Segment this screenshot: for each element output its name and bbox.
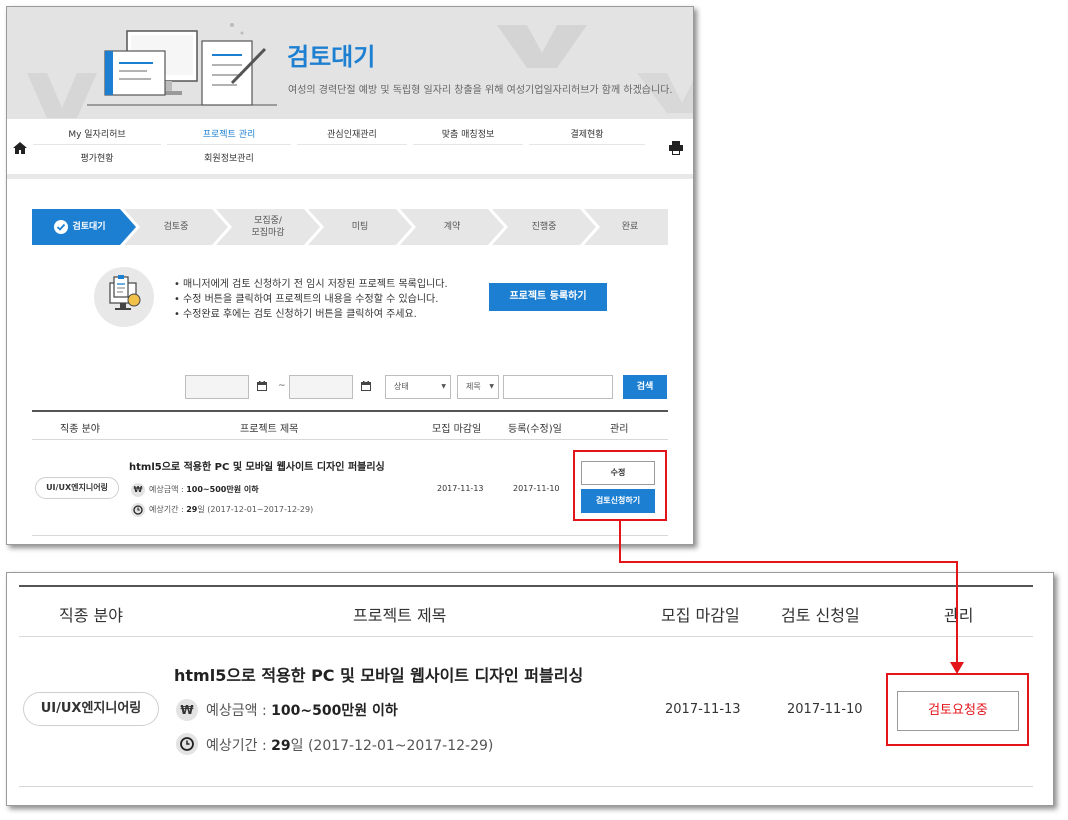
registered-date: 2017-11-10	[513, 484, 560, 493]
column-header-title: 프로젝트 제목	[240, 424, 299, 435]
status-select-value: 상태	[394, 382, 409, 391]
calendar-icon[interactable]	[257, 381, 267, 391]
calendar-icon[interactable]	[361, 381, 371, 391]
progress-steps: 검토대기 검토중 모집중/ 모집마감 미팅 계약 진행중 완료	[32, 209, 668, 245]
field-select[interactable]: 제목 ▼	[457, 375, 499, 399]
deadline-date: 2017-11-13	[437, 484, 484, 493]
column-header-deadline: 모집 마감일	[661, 606, 740, 625]
clipboard-monitor-icon	[94, 267, 154, 327]
budget-info: 예상금액 : 100~500만원 이하	[206, 700, 398, 720]
column-header-manage: 관리	[944, 606, 974, 625]
deadline-date: 2017-11-13	[665, 702, 741, 717]
step-recruiting[interactable]: 모집중/ 모집마감	[224, 209, 312, 245]
search-button[interactable]: 검색	[623, 375, 667, 399]
column-header-review-date: 검토 신청일	[781, 606, 860, 625]
step-under-review[interactable]: 검토중	[132, 209, 220, 245]
guide-line: 수정완료 후에는 검토 신청하기 버튼을 클릭하여 주세요.	[174, 307, 448, 322]
guide-list: 매니저에게 검토 신청하기 전 임시 저장된 프로젝트 목록입니다. 수정 버튼…	[174, 277, 448, 322]
nav-item-matching-info[interactable]: 맞춤 매칭정보	[413, 125, 523, 145]
page-banner: 검토대기 여성의 경력단절 예방 및 독립형 일자리 창출을 위해 여성기업일자…	[7, 7, 693, 119]
won-icon: ₩	[176, 699, 198, 721]
budget-label: 예상금액 :	[206, 703, 272, 719]
step-pending-review[interactable]: 검토대기	[32, 209, 128, 245]
main-navigation: My 일자리허브 프로젝트 관리 관심인재관리 맞춤 매칭정보 결제현황 평가현…	[7, 119, 693, 179]
page-subtitle: 여성의 경력단절 예방 및 독립형 일자리 창출을 위해 여성기업일자리허브가 …	[288, 85, 673, 96]
budget-value: 100~500만원 이하	[271, 703, 398, 719]
nav-item-project-management[interactable]: 프로젝트 관리	[167, 125, 291, 145]
won-icon: ₩	[131, 483, 145, 497]
column-header-category: 직종 분야	[59, 606, 123, 625]
table-header: 직종 분야 프로젝트 제목 모집 마감일 검토 신청일 관리	[19, 585, 1033, 637]
field-select-value: 제목	[466, 382, 481, 391]
column-header-manage: 관리	[610, 424, 629, 435]
period-days: 29	[186, 505, 198, 514]
step-contract[interactable]: 계약	[408, 209, 496, 245]
project-title[interactable]: html5으로 적용한 PC 및 모바일 웹사이트 디자인 퍼블리싱	[129, 458, 385, 473]
review-request-date: 2017-11-10	[787, 702, 863, 717]
period-unit: 일	[197, 505, 205, 514]
nav-item-my-hub[interactable]: My 일자리허브	[33, 125, 161, 145]
period-range: (2017-12-01~2017-12-29)	[207, 505, 314, 514]
table-header: 직종 분야 프로젝트 제목 모집 마감일 등록(수정)일 관리	[32, 410, 668, 440]
clock-icon	[176, 733, 198, 755]
guide-line: 수정 버튼을 클릭하여 프로젝트의 내용을 수정할 수 있습니다.	[174, 292, 448, 307]
budget-label: 예상금액 :	[149, 485, 187, 494]
column-header-title: 프로젝트 제목	[353, 606, 447, 625]
project-title[interactable]: html5으로 적용한 PC 및 모바일 웹사이트 디자인 퍼블리싱	[174, 662, 583, 686]
register-project-button[interactable]: 프로젝트 등록하기	[489, 283, 607, 311]
table-row	[19, 637, 1033, 787]
category-badge: UI/UX엔지니어링	[23, 692, 159, 726]
budget-value: 100~500만원 이하	[186, 485, 259, 494]
date-separator: ~	[278, 381, 286, 391]
nav-item-evaluation[interactable]: 평가현황	[33, 149, 161, 169]
check-circle-icon	[54, 220, 69, 234]
step-meeting[interactable]: 미팅	[316, 209, 404, 245]
page-title: 검토대기	[287, 43, 376, 71]
printer-icon[interactable]	[669, 141, 683, 155]
end-date-input[interactable]	[289, 375, 353, 399]
start-date-input[interactable]	[185, 375, 249, 399]
screenshot-after: 직종 분야 프로젝트 제목 모집 마감일 검토 신청일 관리 UI/UX엔지니어…	[6, 572, 1054, 806]
nav-item-talent-management[interactable]: 관심인재관리	[297, 125, 407, 145]
period-label: 예상기간 :	[206, 738, 272, 754]
period-label: 예상기간 :	[149, 505, 187, 514]
screenshot-before: 검토대기 여성의 경력단절 예방 및 독립형 일자리 창출을 위해 여성기업일자…	[6, 6, 694, 545]
period-days: 29	[271, 738, 291, 754]
dropdown-arrow-icon: ▼	[489, 383, 494, 390]
clock-icon	[131, 503, 145, 517]
guide-line: 매니저에게 검토 신청하기 전 임시 저장된 프로젝트 목록입니다.	[174, 277, 448, 292]
home-icon[interactable]	[13, 141, 27, 155]
period-info: 예상기간 : 29일 (2017-12-01~2017-12-29)	[206, 735, 493, 755]
step-in-progress[interactable]: 진행중	[500, 209, 588, 245]
period-unit: 일	[290, 738, 304, 754]
step-complete[interactable]: 완료	[592, 209, 668, 245]
step-label: 검토대기	[72, 222, 106, 232]
budget-info: 예상금액 : 100~500만원 이하	[149, 484, 259, 495]
column-header-registered: 등록(수정)일	[508, 424, 562, 435]
column-header-deadline: 모집 마감일	[432, 424, 482, 435]
category-badge: UI/UX엔지니어링	[35, 477, 119, 499]
highlight-box	[886, 673, 1029, 746]
period-range: (2017-12-01~2017-12-29)	[307, 738, 494, 754]
nav-item-payment-status[interactable]: 결제현황	[529, 125, 645, 145]
status-select[interactable]: 상태 ▼	[385, 375, 451, 399]
period-info: 예상기간 : 29일 (2017-12-01~2017-12-29)	[149, 504, 313, 515]
column-header-category: 직종 분야	[60, 424, 100, 435]
keyword-input[interactable]	[503, 375, 613, 399]
dropdown-arrow-icon: ▼	[441, 383, 446, 390]
nav-item-member-info[interactable]: 회원정보관리	[167, 149, 291, 169]
highlight-box	[573, 450, 667, 521]
